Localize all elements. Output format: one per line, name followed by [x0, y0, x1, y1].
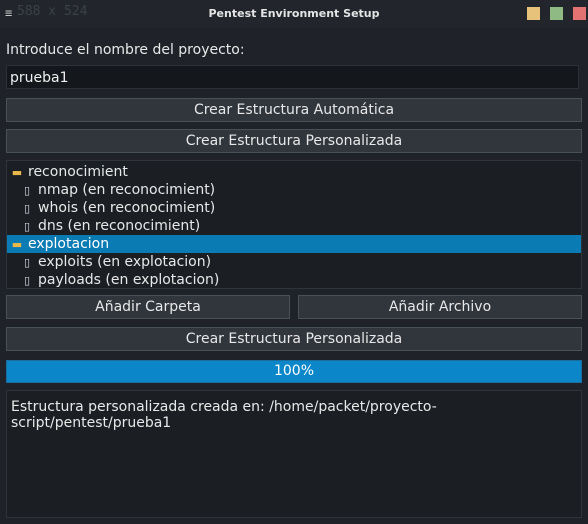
tree-item-nmap[interactable]: ▯ nmap (en reconocimient) [7, 181, 581, 199]
project-name-label: Introduce el nombre del proyecto: [6, 42, 245, 58]
add-folder-button[interactable]: Añadir Carpeta [6, 295, 290, 319]
custom-structure-button-top[interactable]: Crear Estructura Personalizada [6, 129, 582, 153]
tree-item-reconocimient[interactable]: ▬ reconocimient [7, 163, 581, 181]
progress-bar: 100% [6, 360, 582, 383]
tree-item-explotacion[interactable]: ▬ explotacion [7, 235, 581, 253]
output-log: Estructura personalizada creada en: /hom… [6, 390, 582, 518]
tree-item-whois[interactable]: ▯ whois (en reconocimient) [7, 199, 581, 217]
title-bar: ≡ 588 x 524 Pentest Environment Setup [0, 0, 588, 28]
tree-item-payloads[interactable]: ▯ payloads (en explotacion) [7, 271, 581, 288]
add-file-button[interactable]: Añadir Archivo [298, 295, 582, 319]
file-icon: ▯ [23, 274, 31, 287]
minimize-button[interactable] [527, 7, 540, 20]
file-icon: ▯ [23, 202, 31, 215]
file-icon: ▯ [23, 184, 31, 197]
tree-item-label: whois (en reconocimient) [38, 200, 216, 216]
tree-item-label: exploits (en explotacion) [38, 254, 212, 270]
create-custom-structure-button[interactable]: Crear Estructura Personalizada [6, 327, 582, 351]
tree-item-label: nmap (en reconocimient) [38, 182, 216, 198]
tree-item-label: dns (en reconocimient) [38, 218, 201, 234]
folder-icon: ▬ [11, 238, 23, 251]
tree-item-label: explotacion [28, 236, 110, 252]
file-icon: ▯ [23, 220, 31, 233]
folder-icon: ▬ [11, 166, 23, 179]
maximize-button[interactable] [550, 7, 563, 20]
tree-item-label: payloads (en explotacion) [38, 272, 220, 288]
close-button[interactable] [573, 7, 586, 20]
window-title: Pentest Environment Setup [208, 7, 380, 20]
project-name-input[interactable]: prueba1 [6, 65, 579, 89]
structure-tree[interactable]: ▬ reconocimient ▯ nmap (en reconocimient) … [6, 160, 582, 289]
tree-item-label: reconocimient [28, 164, 128, 180]
auto-structure-button[interactable]: Crear Estructura Automática [6, 98, 582, 122]
tree-item-exploits[interactable]: ▯ exploits (en explotacion) [7, 253, 581, 271]
progress-label: 100% [273, 363, 315, 379]
output-message: Estructura personalizada creada en: /hom… [11, 399, 437, 431]
tree-item-dns[interactable]: ▯ dns (en reconocimient) [7, 217, 581, 235]
file-icon: ▯ [23, 256, 31, 269]
